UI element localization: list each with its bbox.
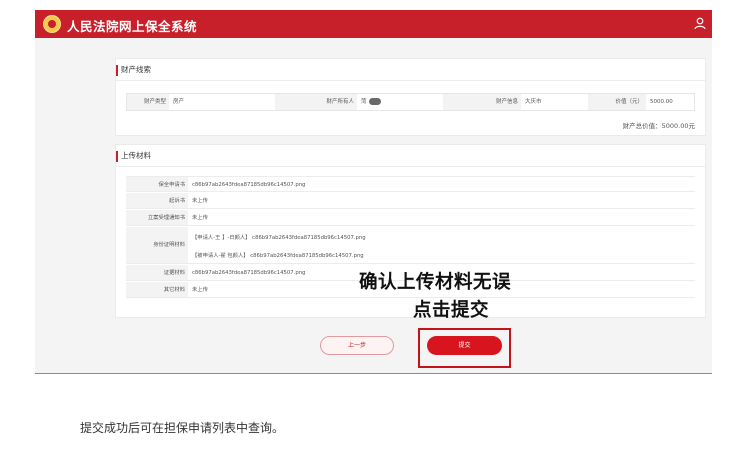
property-info-label: 财产信息 xyxy=(443,94,521,110)
property-type-value: 房产 xyxy=(173,99,185,105)
property-owner-value: 菏 xyxy=(361,99,367,105)
material-status: 未上传 xyxy=(192,198,208,204)
property-panel: 财产线索 财产类型 房产 财产所有人 菏 财产信息 大庆市 价值（元） 5000… xyxy=(115,58,706,136)
property-info-value: 大庆市 xyxy=(525,99,542,105)
section-marker xyxy=(116,151,118,162)
material-row-identity: 身份证明材料 【申请人-王 】-日颜人】 c86b97ab2643fdea871… xyxy=(126,227,695,264)
divider xyxy=(35,373,712,374)
app-title: 人民法院网上保全系统 xyxy=(67,19,198,34)
material-file-link[interactable]: 【被申请人-翟 包颜人】 c86b97ab2643fdea87185db96c1… xyxy=(192,251,364,259)
property-row: 财产类型 房产 财产所有人 菏 财产信息 大庆市 价值（元） 5000.00 xyxy=(126,93,695,111)
material-status: 未上传 xyxy=(192,287,208,293)
material-label: 证据材料 xyxy=(126,265,188,280)
material-file-link[interactable]: c86b97ab2643fdea87185db96c14507.png xyxy=(192,265,305,281)
material-label: 起诉书 xyxy=(126,193,188,208)
app-screenshot: 人民法院网上保全系统 财产线索 财产类型 房产 财产所有人 菏 财产信息 大庆市… xyxy=(35,10,712,373)
submit-highlight-box xyxy=(418,328,511,368)
property-type-label: 财产类型 xyxy=(127,94,169,110)
property-price-label: 价值（元） xyxy=(588,94,646,110)
material-row-application: 保全申请书 c86b97ab2643fdea87185db96c14507.pn… xyxy=(126,176,695,192)
user-icon[interactable] xyxy=(694,17,706,30)
material-label: 立案受理通知书 xyxy=(126,210,188,225)
material-row-filing-notice: 立案受理通知书 未上传 xyxy=(126,210,695,226)
material-label: 其它材料 xyxy=(126,282,188,297)
property-panel-header: 财产线索 xyxy=(116,59,705,81)
material-file-link[interactable]: c86b97ab2643fdea87185db96c14507.png xyxy=(192,177,305,193)
court-emblem-icon xyxy=(43,15,61,33)
overlay-instruction-line1: 确认上传材料无误 xyxy=(359,272,512,293)
property-section-title: 财产线索 xyxy=(121,65,151,74)
property-total: 财产总价值：5000.00元 xyxy=(622,122,695,130)
section-marker xyxy=(116,65,118,76)
material-row-indictment: 起诉书 未上传 xyxy=(126,193,695,209)
overlay-instruction-line2: 点击提交 xyxy=(413,300,490,321)
top-bar: 人民法院网上保全系统 xyxy=(35,10,712,38)
property-owner-value-cell: 菏 xyxy=(361,94,451,110)
material-label: 身份证明材料 xyxy=(126,227,188,263)
redacted-mark xyxy=(368,98,381,105)
material-status: 未上传 xyxy=(192,215,208,221)
property-price-value: 5000.00 xyxy=(650,99,673,105)
caption-text: 提交成功后可在担保申请列表中查询。 xyxy=(80,421,285,435)
materials-section-title: 上传材料 xyxy=(121,151,151,160)
prev-step-button[interactable]: 上一步 xyxy=(320,336,394,355)
material-file-link[interactable]: 【申请人-王 】-日颜人】 c86b97ab2643fdea87185db96c… xyxy=(192,233,366,241)
material-label: 保全申请书 xyxy=(126,177,188,191)
materials-panel-header: 上传材料 xyxy=(116,145,705,167)
property-owner-label: 财产所有人 xyxy=(275,94,357,110)
